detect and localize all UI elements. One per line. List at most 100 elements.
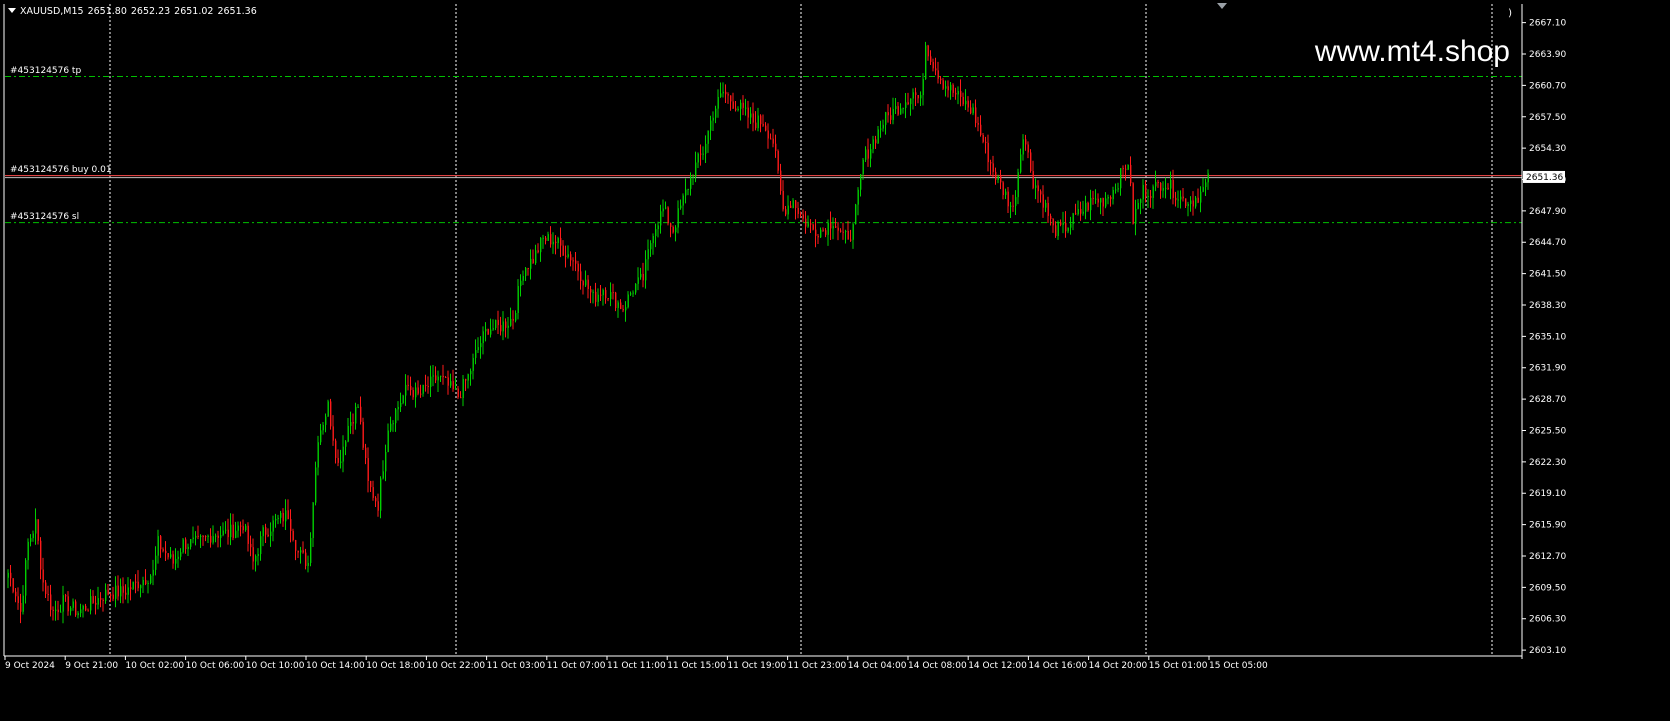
candle-body (155, 555, 157, 570)
candle-body (785, 209, 787, 215)
candle-body (262, 527, 264, 537)
candle-body (912, 92, 914, 99)
candle-body (437, 376, 439, 381)
candle-body (1115, 189, 1117, 191)
candle-body (357, 406, 359, 408)
candle-body (1037, 185, 1039, 192)
candle-body (655, 229, 657, 236)
candle-body (1045, 202, 1047, 208)
candle-body (675, 227, 677, 233)
candle-body (1160, 182, 1162, 191)
candle-body (860, 174, 862, 190)
candle-body (307, 562, 309, 566)
candle-body (595, 291, 597, 302)
candle-body (475, 350, 477, 358)
candle-body (842, 231, 844, 233)
candle-body (355, 406, 357, 424)
candle-body (1120, 168, 1122, 189)
candle-body (85, 605, 87, 611)
candle-body (282, 512, 284, 522)
candle-body (535, 250, 537, 264)
candle-body (42, 569, 44, 583)
time-tick-label: 10 Oct 02:00 (125, 661, 184, 671)
candle-body (870, 149, 872, 159)
symbol-menu-icon[interactable] (8, 8, 16, 13)
candle-body (157, 536, 159, 556)
candle-body (695, 162, 697, 177)
candle-body (930, 56, 932, 62)
candle-body (712, 117, 714, 121)
candle-body (215, 535, 217, 537)
candle-body (970, 107, 972, 114)
candle-body (672, 226, 674, 233)
candle-body (412, 390, 414, 398)
candle-body (602, 290, 604, 296)
candle-body (585, 279, 587, 286)
price-tick-label: 2628.70 (1529, 395, 1566, 405)
candle-body (1080, 209, 1082, 214)
candle-body (1077, 209, 1079, 215)
candle-body (587, 279, 589, 290)
candle-body (1017, 172, 1019, 198)
candle-body (162, 549, 164, 551)
candle-body (805, 218, 807, 227)
candle-body (407, 384, 409, 386)
candle-body (565, 255, 567, 257)
candle-body (455, 388, 457, 390)
candle-body (152, 569, 154, 576)
candle-body (670, 223, 672, 227)
candle-body (855, 204, 857, 225)
candle-body (892, 109, 894, 120)
candle-body (690, 176, 692, 189)
time-tick-label: 10 Oct 22:00 (426, 661, 485, 671)
time-tick-label: 11 Oct 19:00 (727, 661, 786, 671)
chart-window[interactable]: 2667.10 2663.90 2660.70 2657.50 2654.30 2651.… (0, 0, 1670, 721)
candle-body (405, 384, 407, 396)
candle-body (297, 550, 299, 553)
candle-body (767, 130, 769, 139)
candle-body (580, 271, 582, 282)
candle-body (687, 188, 689, 190)
candle-body (900, 108, 902, 115)
candle-body (1142, 184, 1144, 200)
candle-body (390, 423, 392, 431)
candle-body (955, 92, 957, 95)
candle-body (140, 585, 142, 589)
candle-body (1152, 186, 1154, 198)
chart-end-marker-icon[interactable]: ) (1508, 8, 1512, 19)
candle-body (302, 550, 304, 553)
time-tick-label: 11 Oct 15:00 (667, 661, 726, 671)
candle-body (255, 555, 257, 562)
candle-body (597, 294, 599, 302)
candle-body (815, 229, 817, 236)
candle-body (127, 587, 129, 595)
candle-body (497, 319, 499, 326)
candle-body (1157, 182, 1159, 184)
candle-body (97, 598, 99, 605)
candle-body (692, 176, 694, 178)
candle-body (167, 553, 169, 558)
candle-body (112, 594, 114, 599)
candle-body (737, 108, 739, 111)
candle-body (1060, 222, 1062, 225)
candle-body (57, 609, 59, 613)
candle-body (177, 556, 179, 559)
candle-body (817, 235, 819, 238)
chart-shift-icon[interactable] (1217, 3, 1227, 9)
candle-body (995, 171, 997, 180)
candle-body (1130, 164, 1132, 184)
chart-canvas[interactable]: 2667.10 2663.90 2660.70 2657.50 2654.30 2651.… (0, 0, 1670, 721)
candle-body (992, 163, 994, 172)
candle-body (137, 581, 139, 589)
candle-body (185, 539, 187, 550)
candle-body (1125, 168, 1127, 170)
candle-body (240, 525, 242, 527)
candle-body (765, 125, 767, 131)
candle-body (107, 589, 109, 595)
candle-body (275, 518, 277, 521)
candle-body (915, 92, 917, 95)
candle-body (795, 200, 797, 208)
candle-body (615, 292, 617, 308)
candle-body (927, 45, 929, 57)
price-tick-label: 2619.10 (1529, 489, 1566, 499)
